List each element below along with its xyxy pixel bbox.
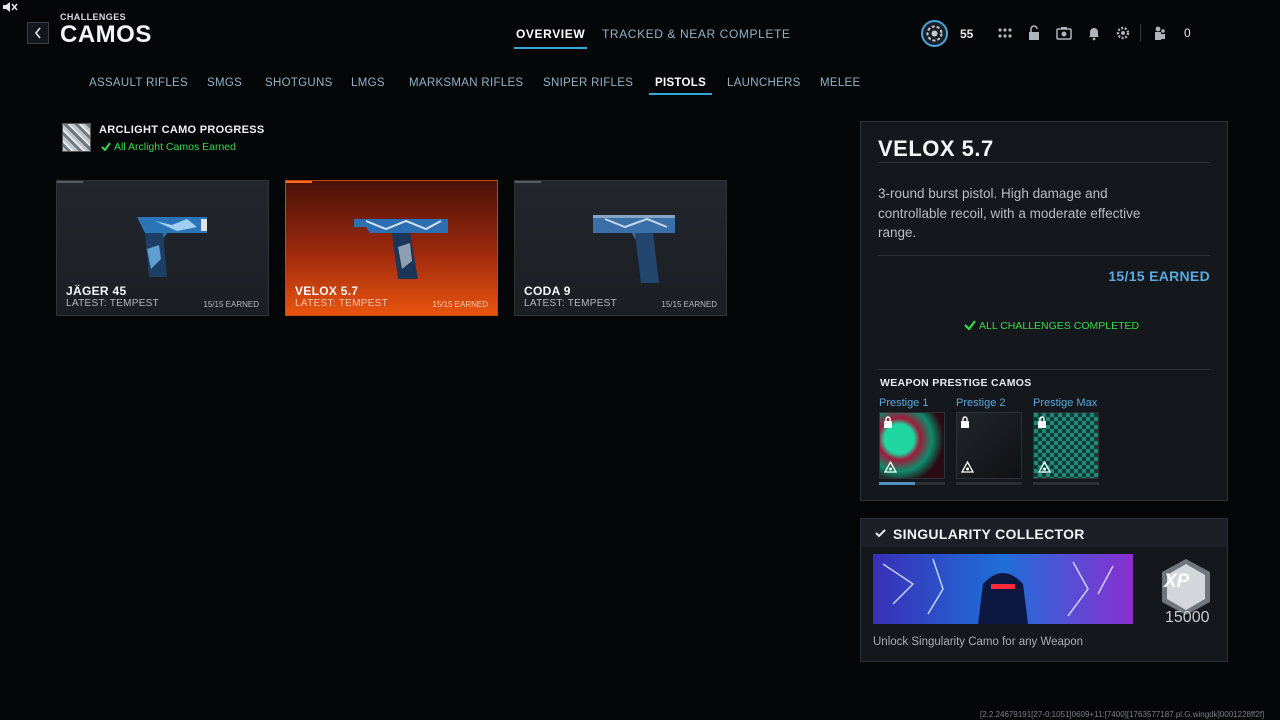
bell-icon[interactable] xyxy=(1086,25,1102,41)
category-tab-melee[interactable]: MELEE xyxy=(820,77,861,89)
weapon-name: CODA 9 xyxy=(524,284,571,298)
arclight-progress-title: ARCLIGHT CAMO PROGRESS xyxy=(99,124,265,136)
singularity-collector-panel[interactable]: SINGULARITY COLLECTOR XP 15000 Unlock Si… xyxy=(860,518,1228,662)
rank-value: 55 xyxy=(960,27,974,41)
xp-label: XP xyxy=(1164,571,1190,592)
prestige-camo-image xyxy=(1033,412,1099,479)
speaker-muted-icon xyxy=(3,2,18,12)
build-info-text: [2.2.24679191[27-0:1051]0609+11:[7400][1… xyxy=(980,710,1265,719)
arclight-camo-thumbnail xyxy=(62,123,91,152)
weapon-earned-count: 15/15 EARNED xyxy=(432,300,488,309)
weapon-earned-count: 15/15 EARNED xyxy=(661,300,717,309)
category-tab-shotguns[interactable]: SHOTGUNS xyxy=(265,77,333,89)
prestige-heading: WEAPON PRESTIGE CAMOS xyxy=(880,377,1032,389)
category-tab-sniper-rifles[interactable]: SNIPER RIFLES xyxy=(543,77,633,89)
weapon-card-jager-45[interactable]: JÄGER 45 LATEST: TEMPEST 15/15 EARNED xyxy=(56,180,269,316)
top-bar: CHALLENGES CAMOS OVERVIEW TRACKED & NEAR… xyxy=(0,0,1280,60)
card-indicator xyxy=(57,181,83,183)
chevron-left-icon xyxy=(34,27,41,39)
weapon-earned-count: 15/15 EARNED xyxy=(203,300,259,309)
prestige-progress-bar xyxy=(956,482,1022,485)
gear-icon[interactable] xyxy=(1115,25,1131,41)
divider xyxy=(1140,24,1141,42)
category-tab-lmgs[interactable]: LMGS xyxy=(351,77,385,89)
category-tab-assault-rifles[interactable]: ASSAULT RIFLES xyxy=(89,77,188,89)
prestige-icon xyxy=(884,461,897,473)
pistol-image xyxy=(593,215,675,283)
rank-badge-icon[interactable] xyxy=(921,20,948,47)
arclight-status: All Arclight Camos Earned xyxy=(101,141,236,153)
collector-title: SINGULARITY COLLECTOR xyxy=(893,526,1085,542)
challenges-status: ALL CHALLENGES COMPLETED xyxy=(964,320,1139,332)
prestige-label: Prestige Max xyxy=(1033,397,1098,409)
prestige-progress-fill xyxy=(879,482,916,485)
detail-weapon-name: VELOX 5.7 xyxy=(878,136,994,161)
prestige-progress-bar xyxy=(879,482,945,485)
prestige-camo-2[interactable]: Prestige 2 xyxy=(956,397,1024,485)
prestige-camo-image xyxy=(879,412,945,479)
camera-icon[interactable] xyxy=(1056,25,1072,41)
weapon-name: JÄGER 45 xyxy=(66,284,127,298)
apps-icon[interactable] xyxy=(997,25,1013,41)
prestige-label: Prestige 2 xyxy=(956,397,1006,409)
arclight-status-text: All Arclight Camos Earned xyxy=(114,141,236,153)
challenges-status-text: ALL CHALLENGES COMPLETED xyxy=(979,320,1140,332)
category-tab-marksman-rifles[interactable]: MARKSMAN RIFLES xyxy=(409,77,523,89)
weapon-latest-camo: LATEST: TEMPEST xyxy=(66,298,160,309)
unlock-icon[interactable] xyxy=(1026,25,1042,41)
prestige-label: Prestige 1 xyxy=(879,397,929,409)
weapon-card-coda-9[interactable]: CODA 9 LATEST: TEMPEST 15/15 EARNED xyxy=(514,180,727,316)
category-tab-launchers[interactable]: LAUNCHERS xyxy=(727,77,801,89)
divider xyxy=(878,255,1210,256)
category-tab-pistols[interactable]: PISTOLS xyxy=(648,77,713,95)
prestige-icon xyxy=(1038,461,1051,473)
weapon-latest-camo: LATEST: TEMPEST xyxy=(295,298,389,309)
singularity-reward-image xyxy=(873,554,1133,624)
weapon-latest-camo: LATEST: TEMPEST xyxy=(524,298,618,309)
collector-description: Unlock Singularity Camo for any Weapon xyxy=(873,636,1084,648)
prestige-camo-max[interactable]: Prestige Max xyxy=(1033,397,1101,485)
prestige-camo-1[interactable]: Prestige 1 xyxy=(879,397,947,485)
prestige-icon xyxy=(961,461,974,473)
checkmark-icon xyxy=(101,142,111,152)
tab-overview[interactable]: OVERVIEW xyxy=(513,27,588,49)
weapon-card-velox-5-7[interactable]: VELOX 5.7 LATEST: TEMPEST 15/15 EARNED xyxy=(285,180,498,316)
divider xyxy=(878,162,1210,163)
friends-count: 0 xyxy=(1184,26,1191,40)
lock-icon xyxy=(1038,416,1046,428)
category-tab-smgs[interactable]: SMGS xyxy=(207,77,242,89)
weapon-detail-panel: VELOX 5.7 3-round burst pistol. High dam… xyxy=(860,121,1228,501)
tab-tracked-near-complete[interactable]: TRACKED & NEAR COMPLETE xyxy=(602,27,791,41)
back-button[interactable] xyxy=(27,22,49,44)
page-title: CAMOS xyxy=(60,21,152,48)
detail-description: 3-round burst pistol. High damage and co… xyxy=(878,186,1141,240)
pistol-image xyxy=(137,217,207,277)
prestige-camo-image xyxy=(956,412,1022,479)
card-indicator xyxy=(515,181,541,183)
checkmark-icon xyxy=(964,320,976,331)
lock-icon xyxy=(961,416,969,428)
prestige-progress-bar xyxy=(1033,482,1099,485)
card-indicator xyxy=(286,181,312,183)
lock-icon xyxy=(884,416,892,428)
checkmark-icon xyxy=(875,529,886,538)
detail-earned-count: 15/15 EARNED xyxy=(1108,268,1210,284)
divider xyxy=(878,369,1210,370)
weapon-name: VELOX 5.7 xyxy=(295,284,359,298)
pistol-image xyxy=(354,219,448,279)
friends-icon[interactable] xyxy=(1152,25,1168,41)
xp-value: 15000 xyxy=(1165,609,1210,626)
